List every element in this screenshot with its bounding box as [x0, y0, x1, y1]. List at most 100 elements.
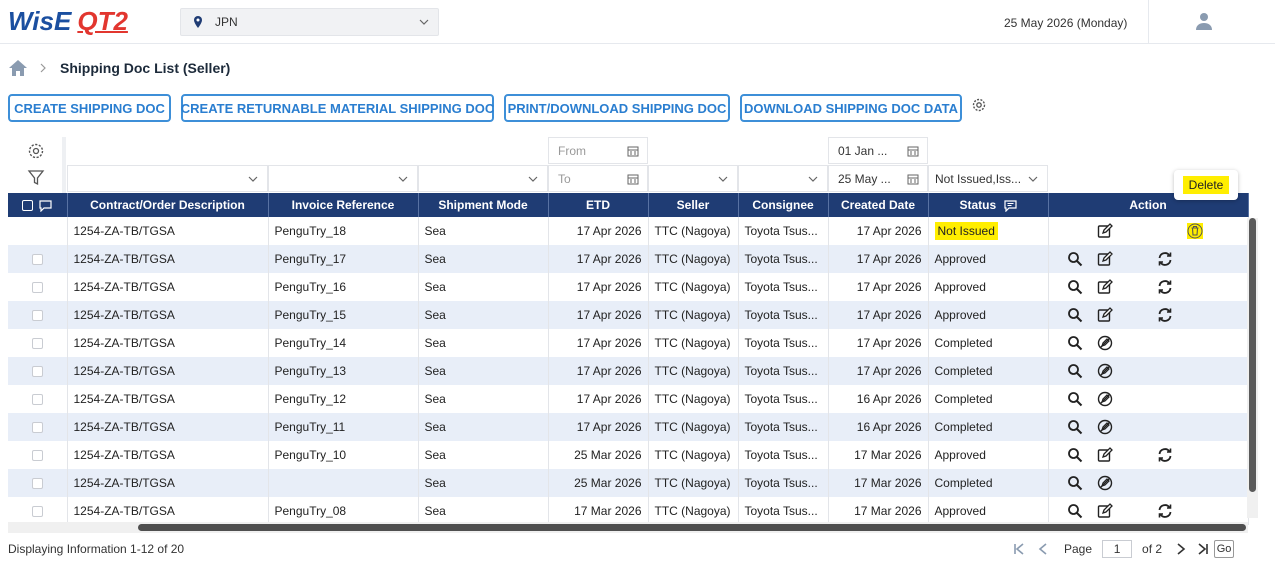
- row-checkbox[interactable]: [31, 422, 43, 434]
- user-icon[interactable]: [1194, 11, 1214, 31]
- table-row[interactable]: 1254-ZA-TB/TGSA Sea 25 Mar 2026 TTC (Nagoya…: [8, 469, 1249, 497]
- search-icon[interactable]: [1067, 251, 1083, 267]
- search-icon[interactable]: [1067, 335, 1083, 351]
- invoice-filter[interactable]: [268, 165, 418, 192]
- table-row[interactable]: 1254-ZA-TB/TGSA PenguTry_13 Sea 17 Apr 2026…: [8, 357, 1249, 385]
- row-checkbox[interactable]: [31, 394, 43, 406]
- col-created[interactable]: Created Date: [828, 193, 929, 217]
- col-status[interactable]: Status: [928, 193, 1049, 217]
- edit-icon[interactable]: [1097, 503, 1113, 519]
- edit-icon[interactable]: [1097, 223, 1113, 239]
- table-row[interactable]: 1254-ZA-TB/TGSA PenguTry_08 Sea 17 Mar 2026…: [8, 497, 1249, 525]
- table-row[interactable]: 1254-ZA-TB/TGSA PenguTry_12 Sea 17 Apr 2026…: [8, 385, 1249, 413]
- row-select-cell[interactable]: [8, 497, 68, 525]
- region-select[interactable]: JPN: [180, 8, 439, 36]
- col-contract[interactable]: Contract/Order Description: [67, 193, 269, 217]
- search-icon[interactable]: [1067, 307, 1083, 323]
- col-consignee[interactable]: Consignee: [738, 193, 829, 217]
- grid-settings-icon[interactable]: [27, 142, 45, 160]
- consignee-filter[interactable]: [738, 165, 828, 192]
- horizontal-scroll-thumb[interactable]: [138, 524, 1246, 531]
- print-download-button[interactable]: PRINT/DOWNLOAD SHIPPING DOC: [504, 94, 730, 122]
- page-input[interactable]: 1: [1102, 540, 1133, 558]
- create-returnable-material-button[interactable]: CREATE RETURNABLE MATERIAL SHIPPING DOC: [181, 94, 494, 122]
- row-checkbox[interactable]: [31, 310, 43, 322]
- col-seller[interactable]: Seller: [648, 193, 739, 217]
- table-row[interactable]: 1254-ZA-TB/TGSA PenguTry_10 Sea 25 Mar 2026…: [8, 441, 1249, 469]
- refresh-icon[interactable]: [1157, 447, 1173, 463]
- prev-page-icon[interactable]: [1036, 542, 1050, 556]
- row-select-cell[interactable]: [8, 357, 68, 385]
- created-from-field[interactable]: 01 Jan ...: [828, 137, 928, 164]
- table-row[interactable]: 1254-ZA-TB/TGSA PenguTry_17 Sea 17 Apr 2026…: [8, 245, 1249, 273]
- refresh-icon[interactable]: [1157, 279, 1173, 295]
- edit-disabled-icon[interactable]: [1097, 475, 1113, 491]
- vertical-scrollbar[interactable]: [1247, 218, 1258, 518]
- trash-icon[interactable]: [1184, 221, 1205, 241]
- table-row[interactable]: 1254-ZA-TB/TGSA PenguTry_15 Sea 17 Apr 2026…: [8, 301, 1249, 329]
- row-checkbox[interactable]: [31, 338, 43, 350]
- edit-disabled-icon[interactable]: [1097, 363, 1113, 379]
- settings-gear-icon[interactable]: [971, 97, 987, 113]
- row-select-cell[interactable]: [8, 469, 68, 497]
- table-row[interactable]: 1254-ZA-TB/TGSA PenguTry_16 Sea 17 Apr 2026…: [8, 273, 1249, 301]
- horizontal-scrollbar[interactable]: [8, 522, 1248, 533]
- table-row[interactable]: 1254-ZA-TB/TGSA PenguTry_18 Sea 17 Apr 2026…: [8, 217, 1249, 245]
- refresh-icon[interactable]: [1157, 307, 1173, 323]
- row-checkbox[interactable]: [31, 450, 43, 462]
- row-select-cell[interactable]: [8, 441, 68, 469]
- row-select-cell[interactable]: [8, 413, 68, 441]
- col-invoice[interactable]: Invoice Reference: [268, 193, 419, 217]
- row-select-cell[interactable]: [8, 245, 68, 273]
- created-to-field[interactable]: 25 May ...: [828, 165, 928, 192]
- col-shipment[interactable]: Shipment Mode: [418, 193, 549, 217]
- row-checkbox[interactable]: [31, 506, 43, 518]
- download-data-button[interactable]: DOWNLOAD SHIPPING DOC DATA: [740, 94, 962, 122]
- table-row[interactable]: 1254-ZA-TB/TGSA PenguTry_11 Sea 17 Apr 2026…: [8, 413, 1249, 441]
- go-button[interactable]: Go: [1214, 540, 1235, 558]
- edit-icon[interactable]: [1097, 279, 1113, 295]
- edit-disabled-icon[interactable]: [1097, 335, 1113, 351]
- etd-from-field[interactable]: From: [548, 137, 648, 164]
- search-icon[interactable]: [1067, 391, 1083, 407]
- seller-filter[interactable]: [648, 165, 738, 192]
- edit-disabled-icon[interactable]: [1097, 391, 1113, 407]
- create-shipping-doc-button[interactable]: CREATE SHIPPING DOC: [8, 94, 171, 122]
- search-icon[interactable]: [1067, 503, 1083, 519]
- app-logo[interactable]: WisE QT2: [8, 6, 128, 38]
- row-checkbox[interactable]: [31, 366, 43, 378]
- row-select-cell[interactable]: [8, 385, 68, 413]
- contract-filter[interactable]: [67, 165, 268, 192]
- first-page-icon[interactable]: [1012, 542, 1026, 556]
- row-checkbox[interactable]: [31, 478, 43, 490]
- status-filter[interactable]: Not Issued,Iss...: [928, 165, 1048, 192]
- row-checkbox[interactable]: [31, 254, 43, 266]
- refresh-icon[interactable]: [1157, 251, 1173, 267]
- search-icon[interactable]: [1067, 363, 1083, 379]
- table-row[interactable]: 1254-ZA-TB/TGSA PenguTry_14 Sea 17 Apr 2026…: [8, 329, 1249, 357]
- next-page-icon[interactable]: [1174, 542, 1188, 556]
- select-all-checkbox[interactable]: [22, 200, 34, 212]
- last-page-icon[interactable]: [1196, 542, 1210, 556]
- search-icon[interactable]: [1067, 279, 1083, 295]
- search-icon[interactable]: [1067, 419, 1083, 435]
- comment-icon[interactable]: [39, 200, 53, 213]
- refresh-icon[interactable]: [1157, 503, 1173, 519]
- row-select-cell[interactable]: [8, 217, 68, 245]
- search-icon[interactable]: [1067, 447, 1083, 463]
- edit-disabled-icon[interactable]: [1097, 419, 1113, 435]
- vertical-scroll-thumb[interactable]: [1249, 218, 1256, 492]
- row-select-cell[interactable]: [8, 329, 68, 357]
- search-icon[interactable]: [1067, 475, 1083, 491]
- col-etd[interactable]: ETD: [548, 193, 649, 217]
- home-icon[interactable]: [8, 58, 28, 78]
- edit-icon[interactable]: [1097, 251, 1113, 267]
- select-all-header[interactable]: [8, 193, 68, 217]
- row-checkbox[interactable]: [31, 282, 43, 294]
- filter-icon[interactable]: [27, 169, 45, 187]
- shipment-filter[interactable]: [418, 165, 548, 192]
- row-select-cell[interactable]: [8, 273, 68, 301]
- edit-icon[interactable]: [1097, 447, 1113, 463]
- row-select-cell[interactable]: [8, 301, 68, 329]
- edit-icon[interactable]: [1097, 307, 1113, 323]
